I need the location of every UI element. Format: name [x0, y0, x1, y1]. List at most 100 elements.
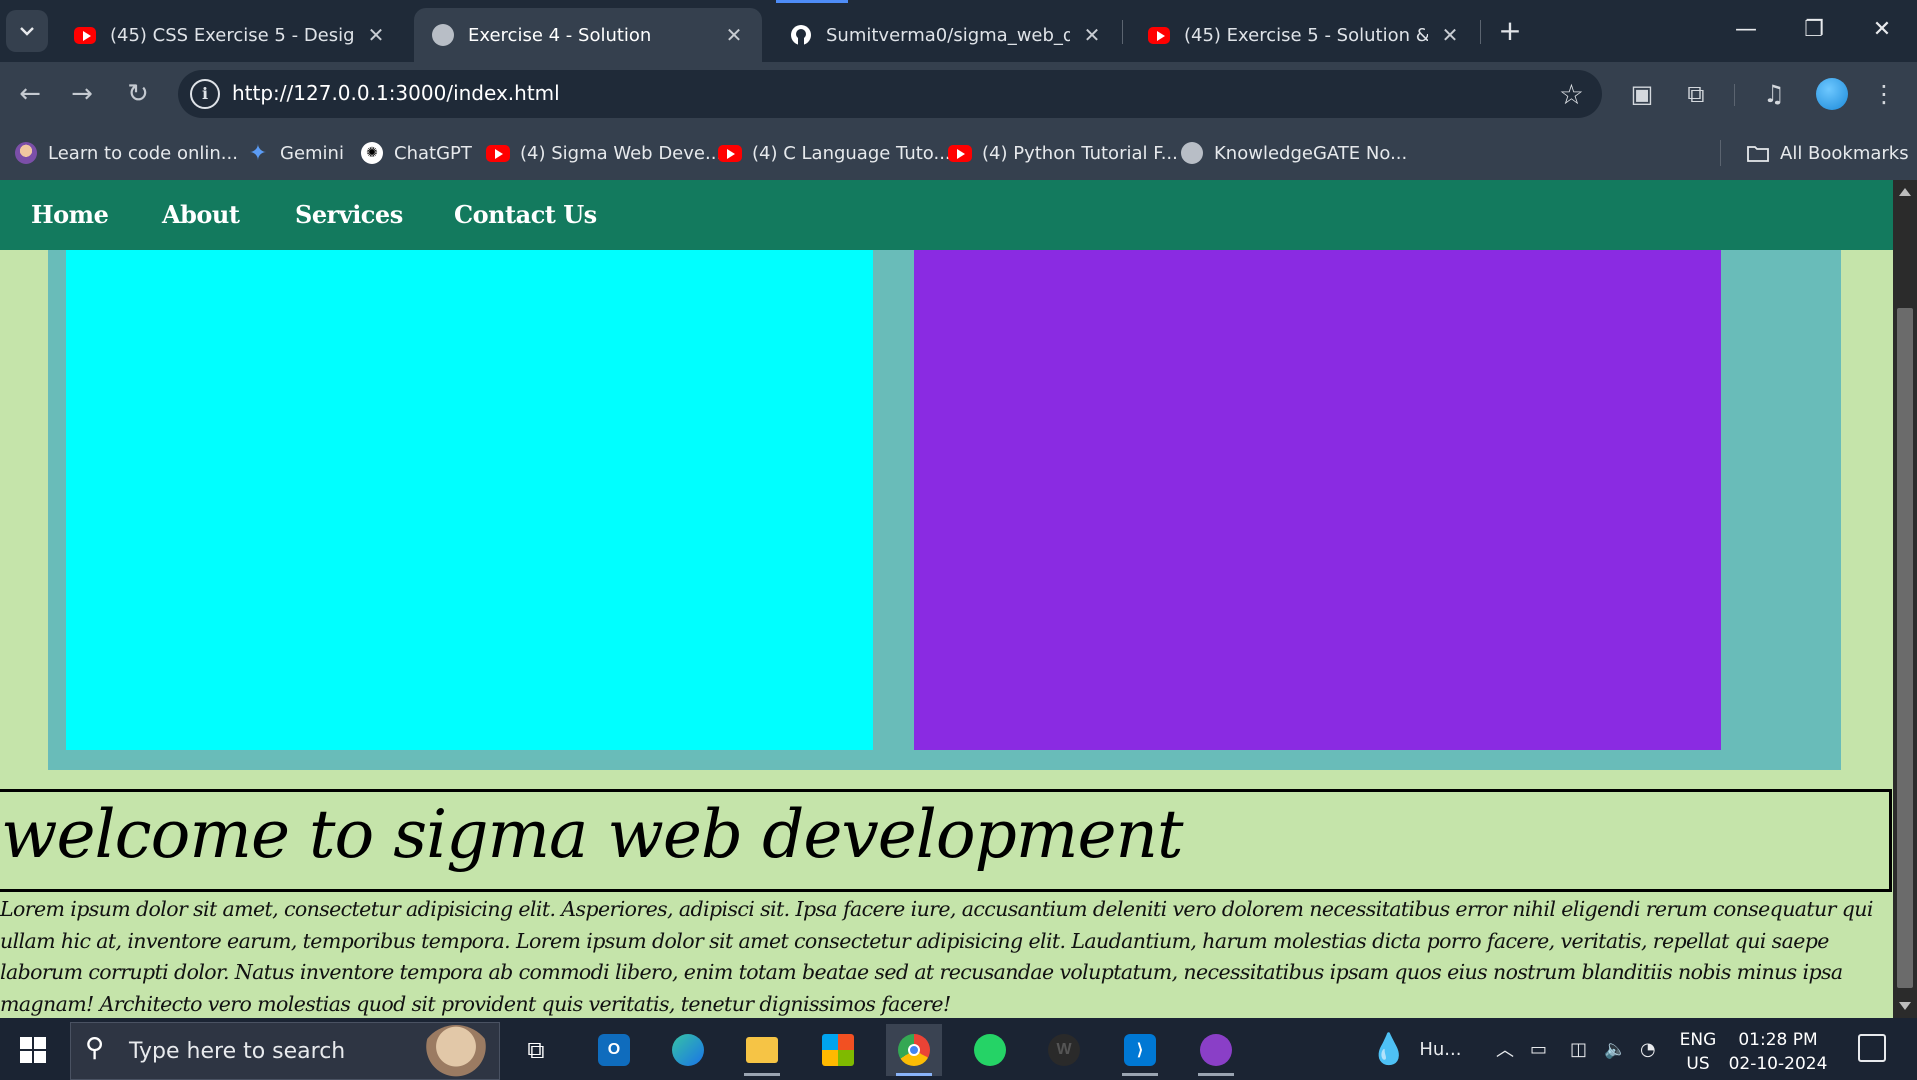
bookmark-label: (4) Python Tutorial F...: [982, 142, 1178, 164]
tab-github-repo[interactable]: Sumitverma0/sigma_web_dev: l ✕: [772, 8, 1120, 62]
taskbar-store[interactable]: [810, 1024, 866, 1076]
weather-label: Hu...: [1419, 1038, 1462, 1060]
bookmark-label: (4) C Language Tuto...: [752, 142, 951, 164]
back-arrow-icon[interactable]: ←: [10, 74, 50, 114]
tab-exercise-5-solution[interactable]: (45) Exercise 5 - Solution & Sho ✕: [1130, 8, 1478, 62]
wifi-icon[interactable]: ◔: [1640, 1018, 1656, 1080]
store-icon: [822, 1034, 854, 1066]
nav-link-services[interactable]: Services: [295, 200, 403, 229]
taskbar-wordpress[interactable]: W: [1036, 1024, 1092, 1076]
avatar-icon: [14, 141, 38, 165]
nav-link-home[interactable]: Home: [31, 200, 109, 229]
nav-link-about[interactable]: About: [162, 200, 240, 229]
windows-logo-icon: [20, 1037, 46, 1063]
tab-title: Exercise 4 - Solution: [468, 24, 652, 46]
whatsapp-icon: [974, 1034, 1006, 1066]
extensions-puzzle-icon[interactable]: ⧉: [1680, 78, 1712, 110]
minimize-icon[interactable]: —: [1716, 10, 1776, 50]
taskbar-chrome[interactable]: [886, 1024, 942, 1076]
input-language[interactable]: ENG US: [1676, 1028, 1720, 1076]
search-placeholder: Type here to search: [129, 1039, 346, 1064]
tab-strip: (45) CSS Exercise 5 - Design this ✕ Exer…: [0, 0, 1917, 62]
bookmark-chatgpt[interactable]: ✺ ChatGPT: [360, 138, 472, 168]
taskbar-vscode[interactable]: ⟩: [1112, 1024, 1168, 1076]
bookmark-label: (4) Sigma Web Deve...: [520, 142, 723, 164]
app-running-indicator: [1122, 1073, 1158, 1076]
search-icon: ⚲: [85, 1033, 105, 1063]
search-highlight-image: [419, 1025, 493, 1079]
app-running-indicator: [1198, 1073, 1234, 1076]
cyan-box: [66, 250, 873, 750]
bookmark-python-tutorial[interactable]: (4) Python Tutorial F...: [948, 138, 1178, 168]
close-tab-icon[interactable]: ✕: [1080, 23, 1104, 47]
close-window-icon[interactable]: ✕: [1852, 10, 1912, 50]
youtube-icon: [486, 141, 510, 165]
windows-taskbar: ⚲ Type here to search ⧉ O W ⟩ 💧 Hu... ︿ …: [0, 1018, 1917, 1080]
chevron-down-icon: [20, 27, 34, 36]
app-running-indicator: [744, 1073, 780, 1076]
kebab-menu-icon[interactable]: ⋮: [1868, 78, 1900, 110]
close-tab-icon[interactable]: ✕: [1438, 23, 1462, 47]
bookmark-knowledgegate[interactable]: KnowledgeGATE No...: [1180, 138, 1407, 168]
all-bookmarks-label: All Bookmarks: [1780, 142, 1909, 164]
task-view-button[interactable]: ⧉: [508, 1024, 564, 1076]
camera-icon[interactable]: ◫: [1570, 1018, 1587, 1080]
new-tab-button[interactable]: +: [1492, 14, 1528, 50]
forward-arrow-icon[interactable]: →: [62, 74, 102, 114]
profile-avatar[interactable]: [1816, 78, 1848, 110]
globe-icon: [1180, 141, 1204, 165]
scroll-down-arrow-icon[interactable]: [1899, 1002, 1911, 1010]
bookmark-learn-to-code[interactable]: Learn to code onlin...: [14, 138, 238, 168]
tab-css-exercise-5[interactable]: (45) CSS Exercise 5 - Design this ✕: [56, 8, 404, 62]
site-info-icon[interactable]: i: [190, 79, 220, 109]
outlook-icon: O: [598, 1034, 630, 1066]
humidity-drop-icon: 💧: [1370, 1031, 1408, 1067]
youtube-icon: [74, 24, 96, 46]
close-tab-icon[interactable]: ✕: [364, 23, 388, 47]
purple-box: [914, 250, 1721, 750]
page-heading: welcome to sigma web development: [1, 796, 1184, 873]
folder-icon: [1746, 141, 1770, 165]
tab-search-button[interactable]: [6, 10, 48, 52]
heading-container: welcome to sigma web development: [0, 789, 1892, 892]
toolbar-separator: [1734, 84, 1735, 106]
taskbar-edge[interactable]: [660, 1024, 716, 1076]
page-scrollbar[interactable]: [1893, 180, 1917, 1018]
scroll-up-arrow-icon[interactable]: [1899, 188, 1911, 196]
bookmark-label: KnowledgeGATE No...: [1214, 142, 1408, 164]
tab-exercise-4-solution[interactable]: Exercise 4 - Solution ✕: [414, 8, 762, 62]
address-bar[interactable]: i http://127.0.0.1:3000/index.html ☆: [178, 70, 1602, 118]
taskbar-github-desktop[interactable]: [1188, 1024, 1244, 1076]
bookmark-label: ChatGPT: [394, 142, 472, 164]
system-clock[interactable]: 01:28 PM 02-10-2024: [1728, 1028, 1828, 1076]
url-text[interactable]: http://127.0.0.1:3000/index.html: [232, 81, 560, 105]
notification-center-icon[interactable]: [1858, 1034, 1886, 1062]
restore-icon[interactable]: ❐: [1784, 10, 1844, 50]
start-button[interactable]: [8, 1030, 58, 1070]
weather-widget[interactable]: 💧 Hu...: [1370, 1018, 1461, 1080]
language-code: ENG: [1679, 1030, 1717, 1050]
reload-icon[interactable]: ↻: [118, 74, 158, 114]
taskbar-outlook[interactable]: O: [586, 1024, 642, 1076]
bookmark-c-language[interactable]: (4) C Language Tuto...: [718, 138, 951, 168]
taskbar-file-explorer[interactable]: [734, 1024, 790, 1076]
bookmark-gemini[interactable]: ✦ Gemini: [246, 138, 344, 168]
clock-date: 02-10-2024: [1728, 1054, 1828, 1074]
scroll-thumb[interactable]: [1897, 308, 1913, 988]
taskbar-search-box[interactable]: ⚲ Type here to search: [70, 1022, 500, 1080]
tray-overflow-chevron-icon[interactable]: ︿: [1496, 1018, 1514, 1080]
all-bookmarks-button[interactable]: All Bookmarks: [1746, 138, 1909, 168]
github-icon: [790, 24, 812, 46]
picture-in-picture-icon[interactable]: ▣: [1626, 78, 1658, 110]
volume-icon[interactable]: 🔈: [1604, 1018, 1626, 1080]
taskbar-whatsapp[interactable]: [962, 1024, 1018, 1076]
close-tab-icon[interactable]: ✕: [722, 23, 746, 47]
nav-link-contact-us[interactable]: Contact Us: [454, 200, 597, 229]
bookmark-label: Learn to code onlin...: [48, 142, 238, 164]
tab-title: (45) Exercise 5 - Solution & Sho: [1184, 24, 1428, 46]
bookmark-sigma-web[interactable]: (4) Sigma Web Deve...: [486, 138, 722, 168]
battery-icon[interactable]: ▭: [1530, 1018, 1547, 1080]
bookmark-star-icon[interactable]: ☆: [1559, 78, 1584, 111]
globe-icon: [432, 24, 454, 46]
media-controls-icon[interactable]: ♫: [1758, 78, 1790, 110]
